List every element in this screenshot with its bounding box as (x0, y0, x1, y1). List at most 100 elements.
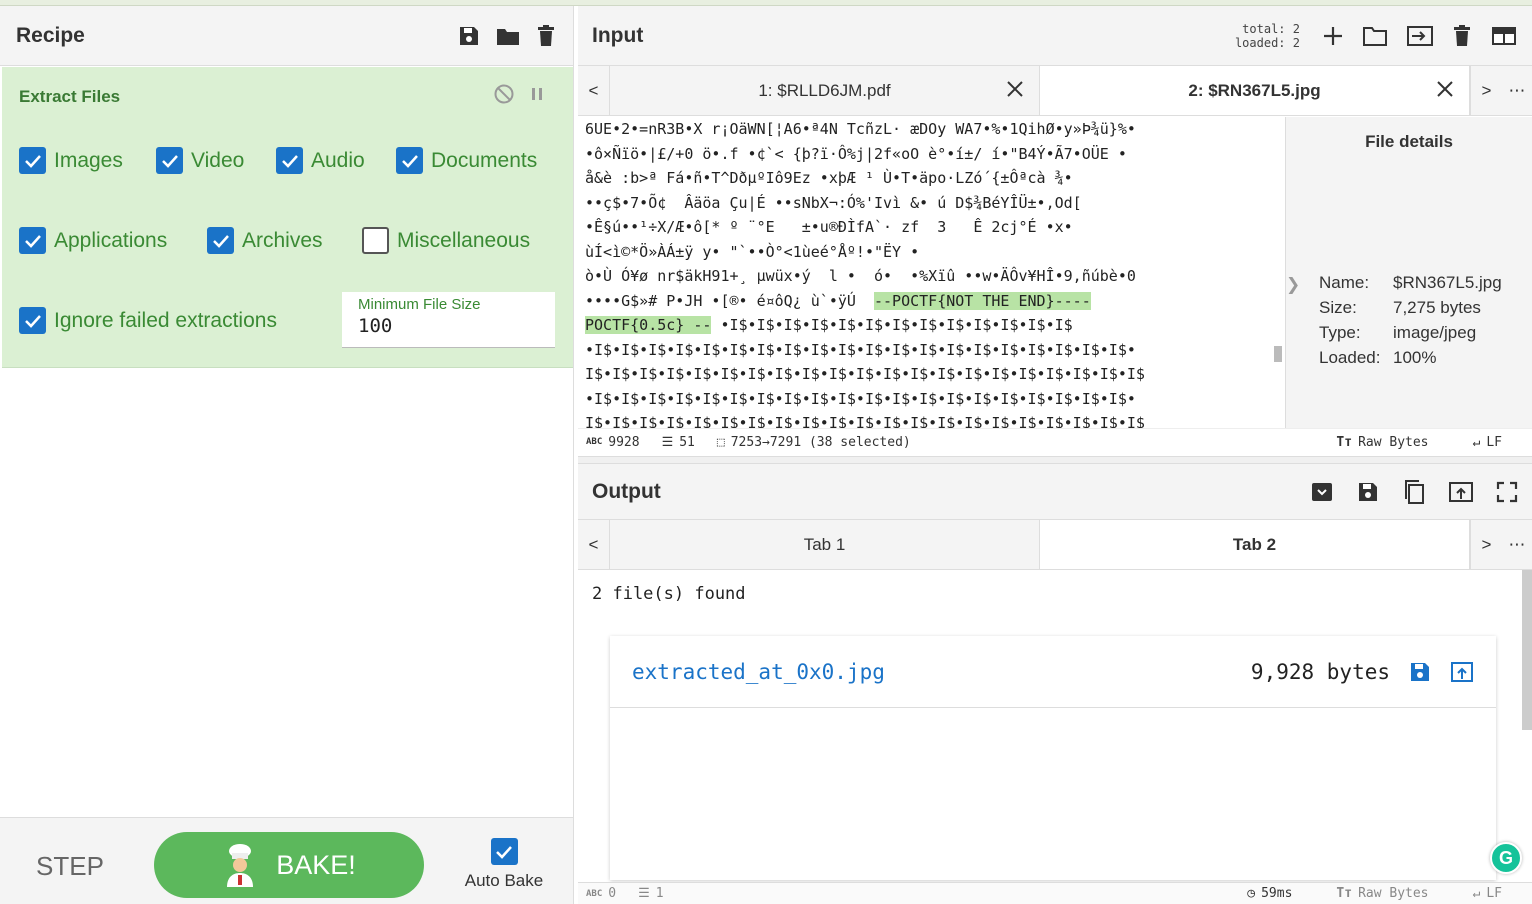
loaded-label: Loaded: (1319, 348, 1381, 367)
auto-bake-toggle[interactable]: Auto Bake (464, 838, 544, 891)
pause-icon[interactable] (529, 83, 545, 105)
tab-label: 2: $RN367L5.jpg (1188, 80, 1321, 100)
tab-more-icon[interactable]: ⋯ (1502, 66, 1532, 115)
move-to-input-icon[interactable] (1450, 660, 1474, 684)
checkbox-ignore-failed[interactable]: Ignore failed extractions (19, 307, 277, 334)
input-eol[interactable]: LF (1486, 435, 1502, 450)
clear-input-icon[interactable] (1452, 24, 1472, 48)
output-body: 2 file(s) found extracted_at_0x0.jpg 9,9… (578, 570, 1532, 880)
checkbox-icon[interactable] (19, 307, 46, 334)
bake-button[interactable]: BAKE! (154, 832, 424, 898)
output-tab-1[interactable]: Tab 1 (610, 520, 1040, 569)
tab-label: Tab 2 (1232, 534, 1277, 554)
input-status-bar: ABC 9928 ☰ 51 ⬚ 7253→7291 (38 selected) Tт R… (578, 428, 1532, 455)
extract-files-operation: Extract Files Images Video Audio Documen… (2, 67, 573, 368)
tab-next-button[interactable]: > (1470, 520, 1502, 569)
output-scrollbar[interactable] (1522, 570, 1532, 730)
type-value: image/jpeg (1393, 323, 1477, 342)
grammarly-icon[interactable]: G (1490, 842, 1522, 874)
save-all-icon[interactable] (1310, 480, 1334, 504)
length-icon: ABC (586, 888, 603, 899)
encoding-icon[interactable]: Tт (1336, 435, 1352, 450)
checkbox-icon[interactable] (207, 227, 234, 254)
encoding-icon[interactable]: Tт (1336, 886, 1352, 901)
layout-icon[interactable] (1490, 25, 1518, 47)
close-tab-icon[interactable] (1435, 79, 1455, 104)
output-header: Output (578, 464, 1532, 520)
checkbox-icon[interactable] (490, 838, 518, 865)
bake-label: BAKE! (276, 849, 356, 880)
checkbox-icon[interactable] (276, 147, 303, 174)
extracted-file-card: extracted_at_0x0.jpg 9,928 bytes (610, 636, 1496, 880)
collapse-details-icon[interactable]: ❯ (1286, 275, 1300, 295)
recipe-title: Recipe (16, 23, 85, 47)
input-scrollbar[interactable] (1274, 346, 1282, 362)
loaded-label: loaded: (1234, 35, 1286, 50)
replace-input-icon[interactable] (1448, 480, 1474, 504)
min-file-size-input[interactable]: 100 (358, 315, 539, 337)
input-encoding[interactable]: Raw Bytes (1358, 435, 1428, 450)
input-line-start: ••••G$»# P•JH •[®• é¤ôQ¿ ù`•ÿÚ (585, 291, 874, 310)
maximize-icon[interactable] (1496, 481, 1518, 503)
disable-icon[interactable] (493, 83, 515, 105)
total-value: 2 (1292, 21, 1300, 36)
selection-highlight: --POCTF{NOT THE END}---- (873, 291, 1091, 310)
input-length: 9928 (608, 434, 640, 450)
output-length: 0 (608, 886, 617, 901)
output-tab-2[interactable]: Tab 2 (1040, 520, 1470, 569)
checkbox-icon[interactable] (156, 147, 183, 174)
checkbox-images[interactable]: Images (19, 147, 123, 174)
checkbox-audio[interactable]: Audio (276, 147, 365, 174)
add-input-icon[interactable] (1322, 25, 1344, 47)
output-status-bar: ABC 0 ☰ 1 ◷ 59ms Tт Raw Bytes ↵ LF (578, 882, 1532, 904)
eol-icon[interactable]: ↵ (1473, 886, 1481, 901)
save-file-icon[interactable] (1408, 660, 1432, 684)
min-file-size-field[interactable]: Minimum File Size 100 (342, 292, 555, 348)
checkbox-icon[interactable] (19, 147, 46, 174)
tab-more-icon[interactable]: ⋯ (1502, 520, 1532, 569)
checkbox-video[interactable]: Video (156, 147, 244, 174)
input-tab-1[interactable]: 1: $RLLD6JM.pdf (610, 66, 1040, 115)
tab-prev-button[interactable]: < (578, 66, 610, 115)
save-recipe-icon[interactable] (457, 24, 481, 48)
tab-next-button[interactable]: > (1470, 66, 1502, 115)
selection-highlight: POCTF{0.5c} -- (585, 316, 712, 334)
tab-prev-button[interactable]: < (578, 520, 610, 569)
bake-time: 59ms (1261, 886, 1293, 901)
pane-resize-handle[interactable] (578, 456, 1532, 464)
output-encoding[interactable]: Raw Bytes (1358, 886, 1428, 901)
open-file-icon[interactable] (1406, 25, 1434, 47)
open-folder-icon[interactable] (1362, 25, 1388, 47)
save-output-icon[interactable] (1356, 480, 1380, 504)
output-eol[interactable]: LF (1486, 886, 1502, 901)
recipe-panel: Recipe Extract Files Images Video Audio … (0, 6, 574, 904)
checkbox-documents[interactable]: Documents (396, 147, 537, 174)
files-found-text: 2 file(s) found (592, 584, 746, 604)
checkbox-icon[interactable] (19, 227, 46, 254)
checkbox-archives[interactable]: Archives (207, 227, 323, 254)
checkbox-unchecked-icon[interactable] (362, 227, 389, 254)
input-line: •I$•I$•I$•I$•I$•I$•I$•I$•I$•I$•I$•I$•I$•… (585, 340, 1136, 359)
copy-icon[interactable] (1402, 479, 1426, 505)
extracted-file-link[interactable]: extracted_at_0x0.jpg (632, 660, 1251, 684)
checkbox-miscellaneous[interactable]: Miscellaneous (362, 227, 530, 254)
eol-icon[interactable]: ↵ (1473, 435, 1481, 450)
operation-title: Extract Files (19, 87, 121, 106)
close-tab-icon[interactable] (1005, 79, 1025, 104)
output-title: Output (592, 479, 661, 503)
checkbox-applications[interactable]: Applications (19, 227, 167, 254)
loaded-value: 2 (1292, 35, 1300, 50)
checkbox-icon[interactable] (396, 147, 423, 174)
load-recipe-icon[interactable] (495, 24, 521, 48)
input-lines: 51 (679, 434, 695, 450)
step-button[interactable]: STEP (36, 851, 104, 882)
output-lines: 1 (655, 886, 664, 901)
recipe-header: Recipe (0, 6, 573, 66)
input-line: •Ê§ú••¹÷X/Æ•ô[* º ¨°E ±•u®ÐÌfA`· zf 3 Ê … (585, 218, 1073, 236)
input-text-area[interactable]: 6UE•2•=nR3B•X r¡OäWN[¦A6•ª4N TcñzL· æDOy… (578, 117, 1278, 428)
clear-recipe-icon[interactable] (535, 24, 557, 48)
auto-bake-label: Auto Bake (464, 871, 544, 890)
input-line: •I$•I$•I$•I$•I$•I$•I$•I$•I$•I$•I$•I$•I$•… (585, 389, 1136, 408)
input-tab-2[interactable]: 2: $RN367L5.jpg (1040, 66, 1470, 115)
length-icon: ABC (586, 437, 603, 447)
